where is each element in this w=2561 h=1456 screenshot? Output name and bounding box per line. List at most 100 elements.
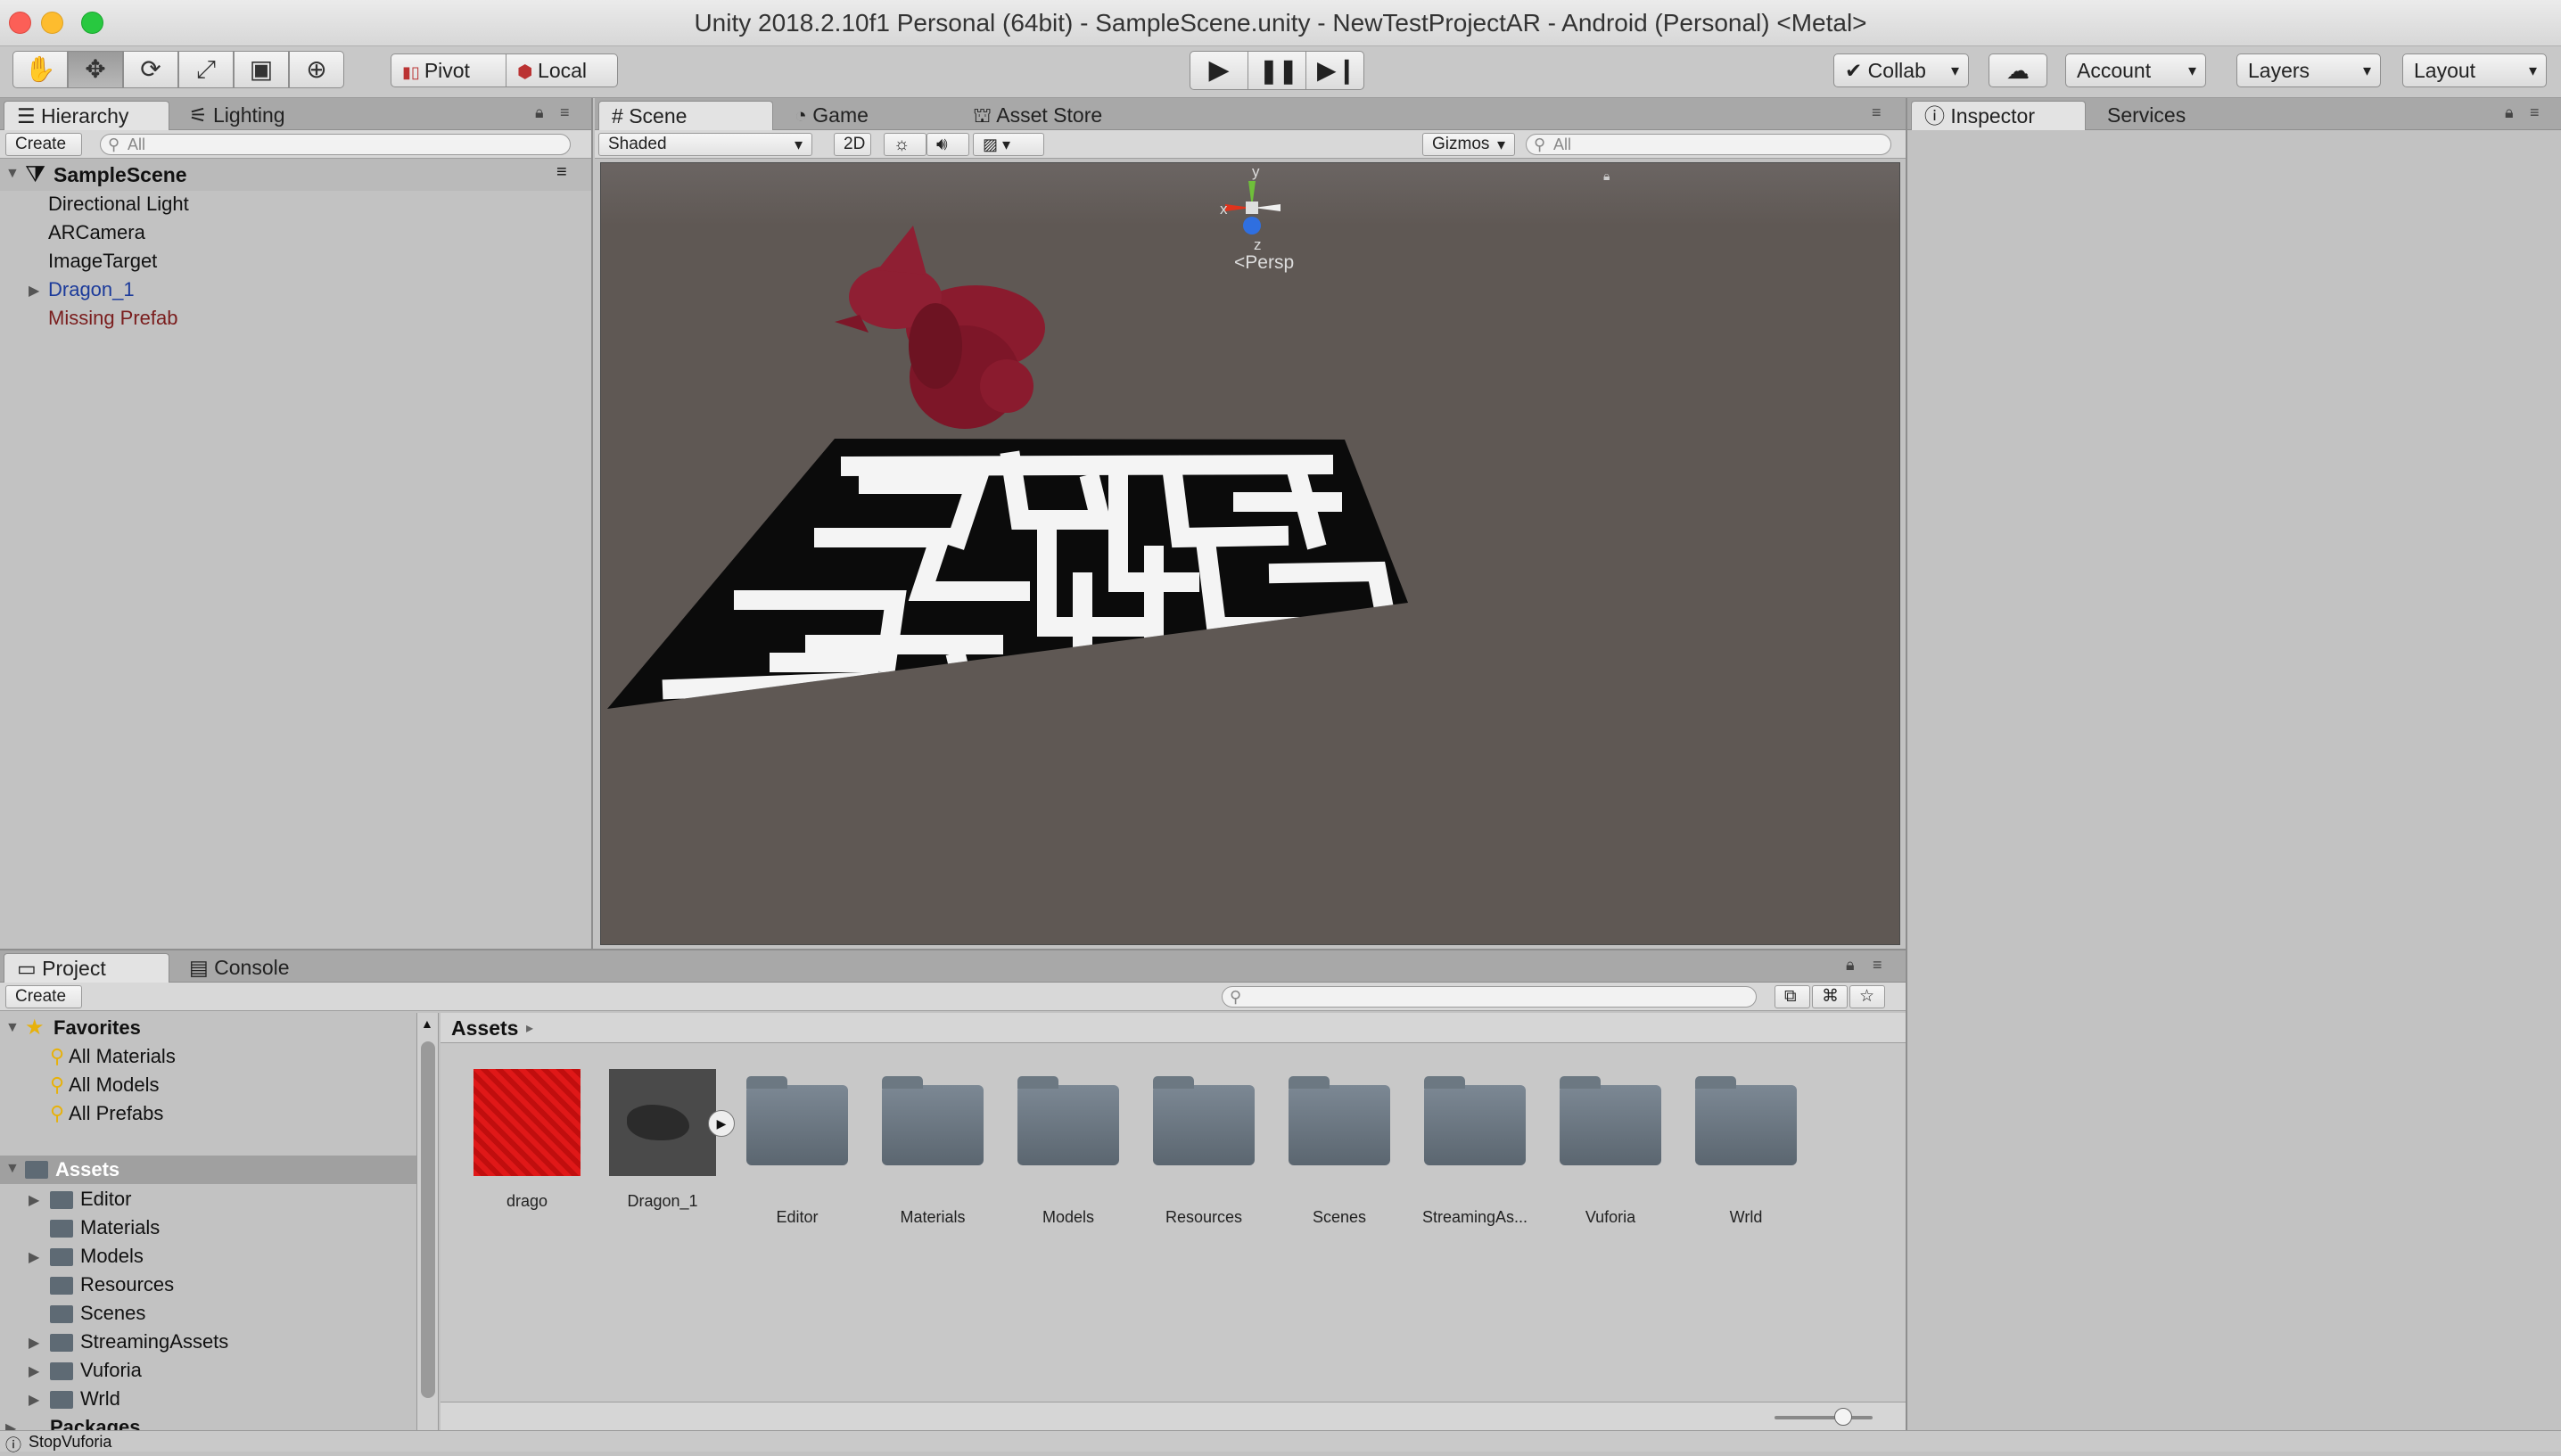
effects-dropdown[interactable]: ▨ ▾ <box>973 133 1044 156</box>
pivot-toggle[interactable]: ▮▯ Pivot <box>391 53 506 87</box>
2d-toggle[interactable]: 2D <box>834 133 871 156</box>
scale-tool-icon[interactable]: ⤢ <box>178 51 234 88</box>
zoom-slider-thumb[interactable] <box>1834 1408 1852 1426</box>
hierarchy-search-input[interactable]: ⚲ All <box>100 134 571 155</box>
hierarchy-item-imagetarget[interactable]: ImageTarget <box>48 248 157 275</box>
shading-mode-dropdown[interactable]: Shaded <box>598 133 812 156</box>
hierarchy-item-dragon[interactable]: Dragon_1 <box>48 276 135 303</box>
collab-check-icon: ✔ <box>1845 59 1863 82</box>
rect-tool-icon[interactable]: ▣ <box>234 51 289 88</box>
assets-row[interactable]: ▼ Assets <box>0 1156 416 1184</box>
asset-tile-scenes[interactable]: Scenes <box>1281 1069 1397 1227</box>
expand-arrow-icon[interactable]: ▼ <box>5 166 20 182</box>
scene-search-input[interactable]: ⚲ All <box>1526 134 1891 155</box>
asset-tile-drago[interactable]: drago <box>469 1069 585 1211</box>
panel-menu-icon[interactable]: ≡ <box>560 103 570 122</box>
asset-tile-materials[interactable]: Materials <box>875 1069 991 1227</box>
folder-item-materials[interactable]: Materials <box>50 1214 160 1241</box>
cloud-button[interactable]: ☁ <box>1989 53 2047 87</box>
lighting-toggle[interactable]: ☼ <box>884 133 926 156</box>
tree-scrollbar[interactable]: ▲ <box>417 1013 439 1432</box>
asset-tile-vuforia[interactable]: Vuforia <box>1552 1069 1668 1227</box>
gizmo-lock-icon[interactable]: 🔒︎ <box>1603 169 1610 184</box>
expand-arrow-icon[interactable]: ▼ <box>5 1161 20 1177</box>
panel-menu-icon[interactable]: ≡ <box>1872 103 1882 122</box>
rotate-tool-icon[interactable]: ⟳ <box>123 51 178 88</box>
gizmos-dropdown[interactable]: Gizmos <box>1422 133 1515 156</box>
hierarchy-item-directional-light[interactable]: Directional Light <box>48 191 189 218</box>
filter-type-button[interactable]: ⧉ <box>1775 985 1810 1008</box>
project-search-input[interactable]: ⚲ <box>1222 986 1757 1008</box>
expand-arrow-icon[interactable]: ▶ <box>29 1362 39 1380</box>
expand-arrow-icon[interactable]: ▼ <box>5 1020 20 1036</box>
project-create-button[interactable]: Create ▾ <box>5 985 82 1027</box>
tab-asset-store[interactable]: ⛫ Asset Store <box>960 101 1115 130</box>
collab-dropdown[interactable]: ✔ Collab <box>1833 53 1969 87</box>
lock-icon[interactable]: 🔒︎ <box>1846 956 1855 975</box>
local-toggle[interactable]: ⬢ Local <box>506 53 618 87</box>
breadcrumb-assets[interactable]: Assets <box>451 1015 518 1041</box>
panel-menu-icon[interactable]: ≡ <box>1873 956 1882 975</box>
move-tool-icon[interactable]: ✥ <box>68 51 123 88</box>
hierarchy-create-button[interactable]: Create ▾ <box>5 133 82 175</box>
asset-tile-resources[interactable]: Resources <box>1146 1069 1262 1227</box>
tab-inspector[interactable]: ⓘ Inspector <box>1911 101 2086 130</box>
hand-tool-icon[interactable]: ✋ <box>12 51 68 88</box>
audio-toggle[interactable]: 🔊︎ <box>926 133 969 156</box>
lock-icon[interactable]: 🔒︎ <box>2505 103 2514 122</box>
tab-scene[interactable]: # Scene <box>598 101 773 130</box>
zoom-slider-track[interactable] <box>1775 1416 1873 1419</box>
folder-item-vuforia[interactable]: Vuforia <box>50 1357 142 1384</box>
expand-arrow-icon[interactable]: ▶ <box>29 1391 39 1409</box>
folder-item-streamingassets[interactable]: StreamingAssets <box>50 1328 228 1355</box>
scene-viewport[interactable]: y x z <Persp 🔒︎ <box>600 162 1900 945</box>
folder-item-editor[interactable]: Editor <box>50 1186 131 1213</box>
expand-arrow-icon[interactable]: ▶ <box>29 282 39 300</box>
pause-button[interactable]: ❚❚ <box>1248 51 1306 90</box>
layout-dropdown[interactable]: Layout <box>2402 53 2547 87</box>
step-button[interactable]: ▶❙ <box>1305 51 1364 90</box>
favorite-all-materials[interactable]: ⚲ All Materials <box>50 1043 176 1070</box>
folder-item-models[interactable]: Models <box>50 1243 144 1270</box>
expand-arrow-icon[interactable]: ▶ <box>29 1191 39 1209</box>
filter-label-button[interactable]: ⌘ <box>1812 985 1848 1008</box>
status-message[interactable]: StopVuforia <box>29 1432 111 1452</box>
favorite-all-models[interactable]: ⚲ All Models <box>50 1072 160 1098</box>
persp-toggle[interactable]: <Persp <box>1234 252 1294 274</box>
play-button[interactable]: ▶ <box>1190 51 1248 90</box>
hierarchy-tabbar: ☰ Hierarchy ⚟ Lighting 🔒︎ ≡ <box>0 98 591 130</box>
pivot-icon: ▮▯ <box>402 63 424 81</box>
packages-header[interactable]: Packages <box>50 1414 141 1432</box>
favorite-all-prefabs[interactable]: ⚲ All Prefabs <box>50 1100 163 1127</box>
asset-tile-wrld[interactable]: Wrld <box>1688 1069 1804 1227</box>
expand-arrow-icon[interactable]: ▶ <box>29 1248 39 1266</box>
transform-tool-icon[interactable]: ⊕ <box>289 51 344 88</box>
tab-lighting[interactable]: ⚟ Lighting <box>177 101 298 130</box>
layers-dropdown[interactable]: Layers <box>2236 53 2381 87</box>
folder-item-scenes[interactable]: Scenes <box>50 1300 145 1327</box>
tab-project[interactable]: ▭ Project <box>4 953 169 983</box>
asset-tile-dragon-prefab[interactable]: ▶ Dragon_1 <box>605 1069 735 1211</box>
tab-console[interactable]: ▤ Console <box>177 953 302 983</box>
hierarchy-item-missing-prefab[interactable]: Missing Prefab <box>48 305 178 332</box>
lock-icon[interactable]: 🔒︎ <box>535 103 544 122</box>
asset-tile-streamingassets[interactable]: StreamingAs... <box>1417 1069 1533 1227</box>
asset-tile-models[interactable]: Models <box>1010 1069 1126 1227</box>
asset-tile-editor[interactable]: Editor <box>739 1069 855 1227</box>
scene-row[interactable]: ▼ ⧩ SampleScene ≡ <box>0 159 591 191</box>
tab-services[interactable]: Services <box>2095 101 2198 130</box>
tab-game[interactable]: ◔ Game <box>782 101 881 130</box>
account-dropdown[interactable]: Account <box>2065 53 2206 87</box>
favorite-button[interactable]: ☆ <box>1849 985 1885 1008</box>
hierarchy-item-arcamera[interactable]: ARCamera <box>48 219 145 246</box>
tab-hierarchy[interactable]: ☰ Hierarchy <box>4 101 169 130</box>
folder-item-resources[interactable]: Resources <box>50 1271 174 1298</box>
scrollbar-thumb[interactable] <box>421 1041 435 1398</box>
favorites-header[interactable]: Favorites <box>54 1015 141 1041</box>
panel-menu-icon[interactable]: ≡ <box>2530 103 2540 122</box>
folder-item-wrld[interactable]: Wrld <box>50 1386 120 1412</box>
expand-prefab-icon[interactable]: ▶ <box>708 1110 735 1137</box>
scroll-up-icon[interactable]: ▲ <box>421 1016 433 1031</box>
expand-arrow-icon[interactable]: ▶ <box>29 1334 39 1352</box>
scene-menu-icon[interactable]: ≡ <box>556 162 567 183</box>
